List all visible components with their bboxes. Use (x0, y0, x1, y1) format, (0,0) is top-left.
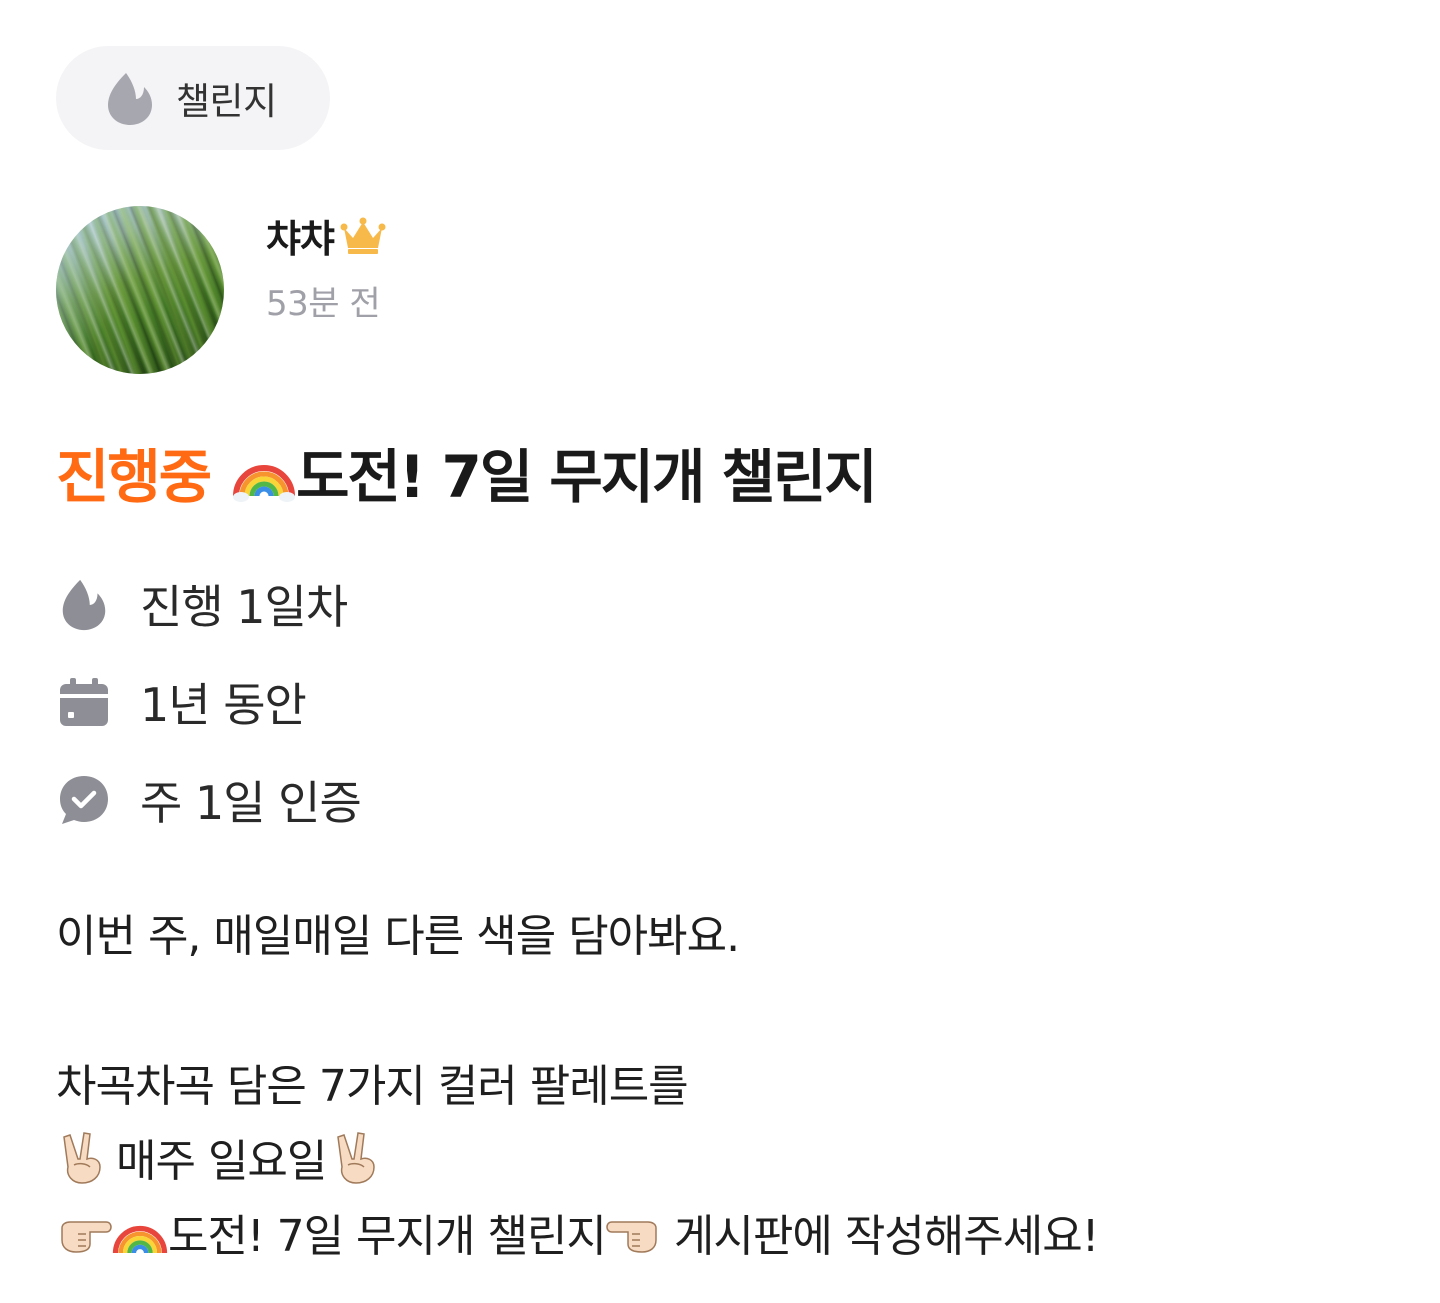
crown-icon (340, 217, 386, 254)
category-label: 챌린지 (176, 80, 277, 123)
calendar-icon (60, 678, 108, 726)
sunday-text: 매주 일요일 (116, 1136, 327, 1187)
rainbow-icon (112, 1225, 168, 1254)
description-line: 차곡차곡 담은 7가지 컬러 팔레트를 (56, 1061, 689, 1112)
board-instruction: 게시판에 작성해주세요! (673, 1211, 1099, 1262)
challenge-title: 도전! 7일 무지개 챌린지 (296, 443, 878, 511)
info-verification: 주 1일 인증 (56, 770, 362, 830)
pointing-right-icon (61, 1221, 112, 1253)
pointing-left-icon (606, 1221, 657, 1253)
category-chip[interactable]: 챌린지 (56, 46, 330, 150)
info-progress: 진행 1일차 (56, 574, 348, 634)
flame-icon (62, 579, 106, 631)
victory-hand-icon (337, 1132, 376, 1184)
duration-text: 1년 동안 (140, 678, 307, 732)
flame-icon (108, 73, 152, 125)
description-line: 도전! 7일 무지개 챌린지 게시판에 작성해주세요! (56, 1200, 1099, 1264)
author-name-row[interactable]: 챠챠 (266, 208, 386, 263)
check-bubble-icon (60, 776, 108, 824)
page-title: 진행중 도전! 7일 무지개 챌린지 (56, 432, 878, 512)
info-duration: 1년 동안 (56, 672, 307, 732)
rainbow-icon (233, 465, 296, 502)
status-label: 진행중 (56, 443, 212, 511)
description-line: 매주 일요일 (56, 1125, 386, 1189)
avatar[interactable] (56, 206, 224, 374)
author-name: 챠챠 (266, 217, 335, 261)
post-time: 53분 전 (266, 284, 381, 324)
description-line: 이번 주, 매일매일 다른 색을 담아봐요. (56, 911, 740, 962)
victory-hand-icon (63, 1132, 101, 1184)
verification-text: 주 1일 인증 (140, 776, 362, 830)
progress-text: 진행 1일차 (140, 580, 348, 634)
board-name: 도전! 7일 무지개 챌린지 (168, 1211, 607, 1262)
